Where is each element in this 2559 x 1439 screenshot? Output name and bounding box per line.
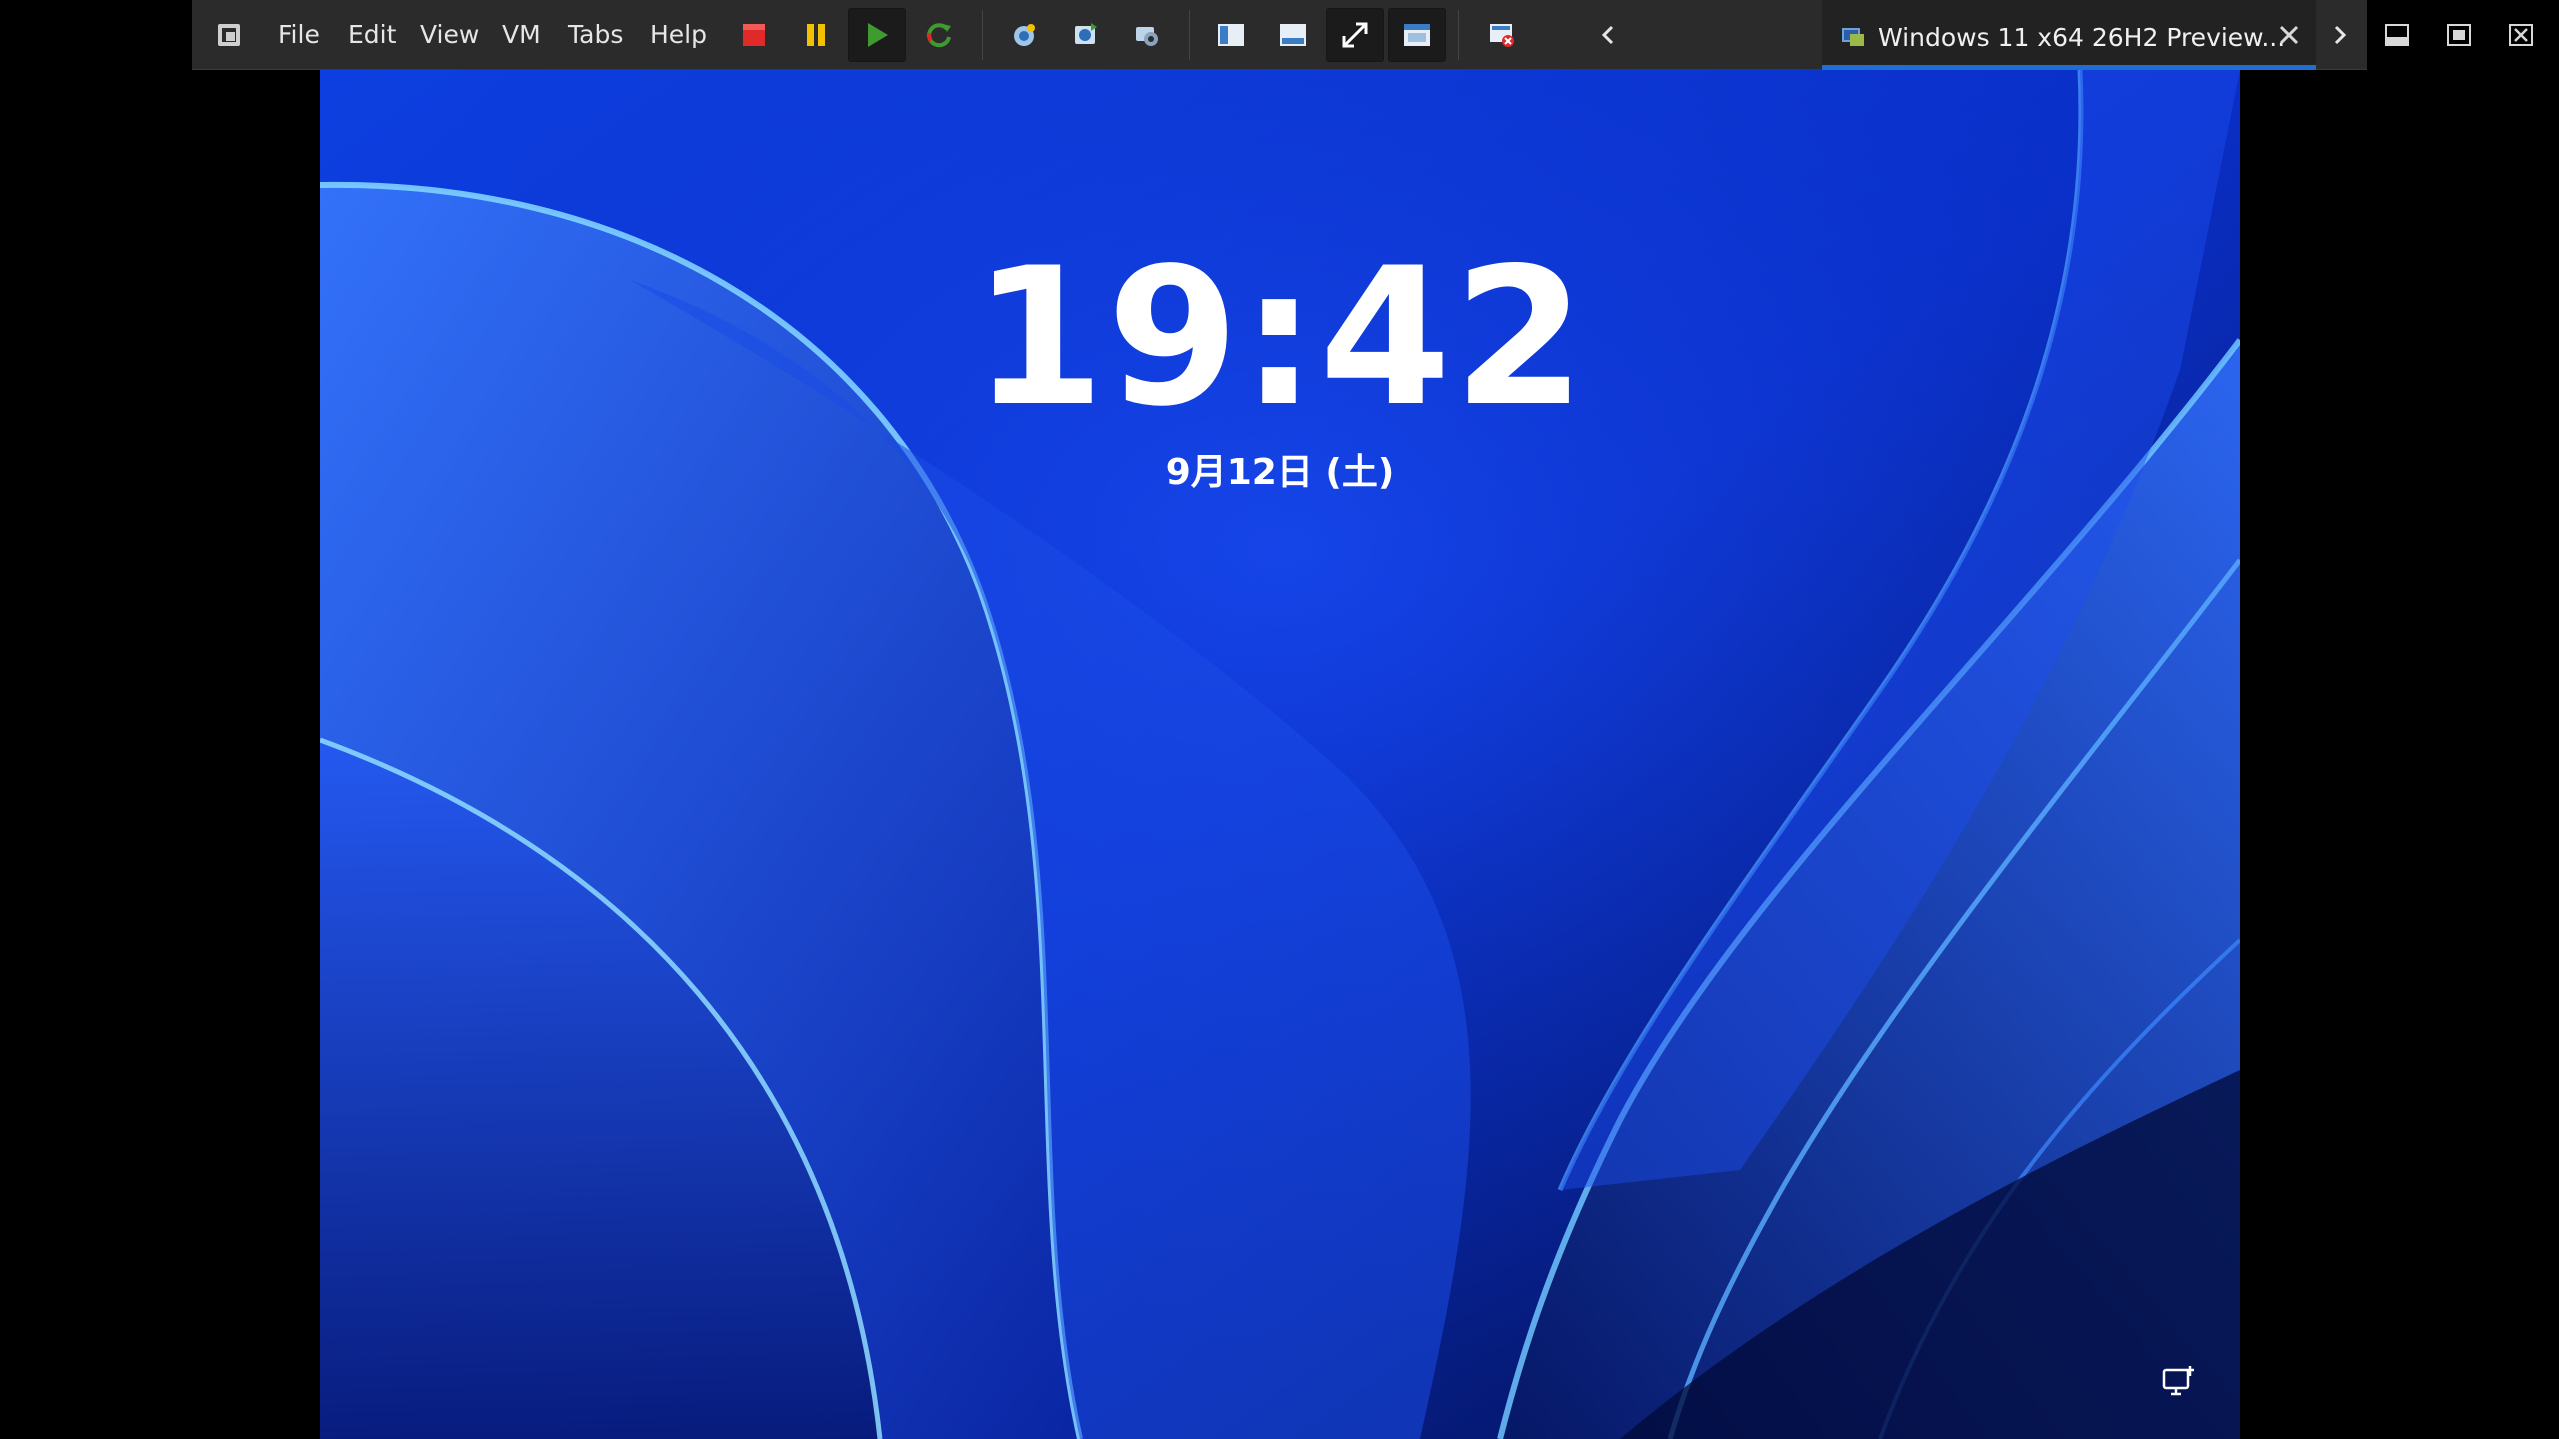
close-window-icon <box>2509 24 2533 46</box>
close-icon[interactable] <box>2276 22 2302 48</box>
toolbar-separator <box>1458 10 1459 60</box>
close-console-button[interactable] <box>1473 8 1531 62</box>
chevron-right-icon <box>2334 25 2347 45</box>
full-screen-icon <box>1342 22 1368 48</box>
menu-vm[interactable]: VM <box>502 0 541 70</box>
tab-windows-11-vm[interactable]: Windows 11 x64 26H2 Preview... <box>1822 0 2316 70</box>
snapshot-icon <box>1014 24 1035 46</box>
console-view-icon <box>1218 24 1244 46</box>
tab-title: Windows 11 x64 26H2 Preview... <box>1878 23 2286 52</box>
toolbar-separator <box>1189 10 1190 60</box>
reset-button[interactable] <box>910 8 968 62</box>
console-view-button[interactable] <box>1202 8 1260 62</box>
app-icon <box>218 24 240 46</box>
menu-help[interactable]: Help <box>650 0 707 70</box>
restore-icon <box>2447 24 2471 46</box>
chevron-left-icon <box>1601 25 1614 45</box>
suspend-icon <box>807 24 825 46</box>
menu-file[interactable]: File <box>278 0 320 70</box>
power-on-icon <box>868 23 888 47</box>
minimize-icon <box>2385 24 2409 46</box>
lock-screen-date: 9月12日 (土) <box>1165 452 1395 493</box>
menu-tabs[interactable]: Tabs <box>568 0 623 70</box>
unity-icon <box>1404 24 1430 46</box>
menu-edit[interactable]: Edit <box>348 0 396 70</box>
reset-icon <box>926 23 951 48</box>
power-off-icon <box>743 24 765 46</box>
close-console-icon <box>1490 24 1514 47</box>
menu-view[interactable]: View <box>420 0 479 70</box>
guest-lock-screen[interactable]: 19:42 9月12日 (土) <box>320 70 2240 1439</box>
suspend-button[interactable] <box>787 8 845 62</box>
toolbar-separator <box>982 10 983 60</box>
power-off-button[interactable] <box>725 8 783 62</box>
thumbnail-view-button[interactable] <box>1264 8 1322 62</box>
revert-snapshot-button[interactable] <box>1056 8 1114 62</box>
snapshot-manager-icon <box>1136 27 1158 46</box>
restore-button[interactable] <box>2430 8 2488 62</box>
app-menu-button[interactable] <box>200 8 258 62</box>
thumbnail-view-icon <box>1280 24 1306 46</box>
full-screen-button[interactable] <box>1326 8 1384 62</box>
minimize-button[interactable] <box>2368 8 2426 62</box>
power-on-button[interactable] <box>848 8 906 62</box>
revert-snapshot-icon <box>1075 23 1097 44</box>
exit-full-screen-button[interactable] <box>2492 8 2550 62</box>
tab-scroll-left-button[interactable] <box>1586 0 1630 70</box>
network-icon[interactable] <box>2160 1364 2196 1400</box>
snapshot-manager-button[interactable] <box>1118 8 1176 62</box>
unity-button[interactable] <box>1388 8 1446 62</box>
vm-toolbar: File Edit View VM Tabs Help Windows 11 x… <box>192 0 2533 70</box>
snapshot-button[interactable] <box>995 8 1053 62</box>
lock-screen-time: 19:42 <box>972 227 1588 448</box>
tab-scroll-right-button[interactable] <box>2318 0 2362 70</box>
vm-icon <box>1842 28 1864 46</box>
